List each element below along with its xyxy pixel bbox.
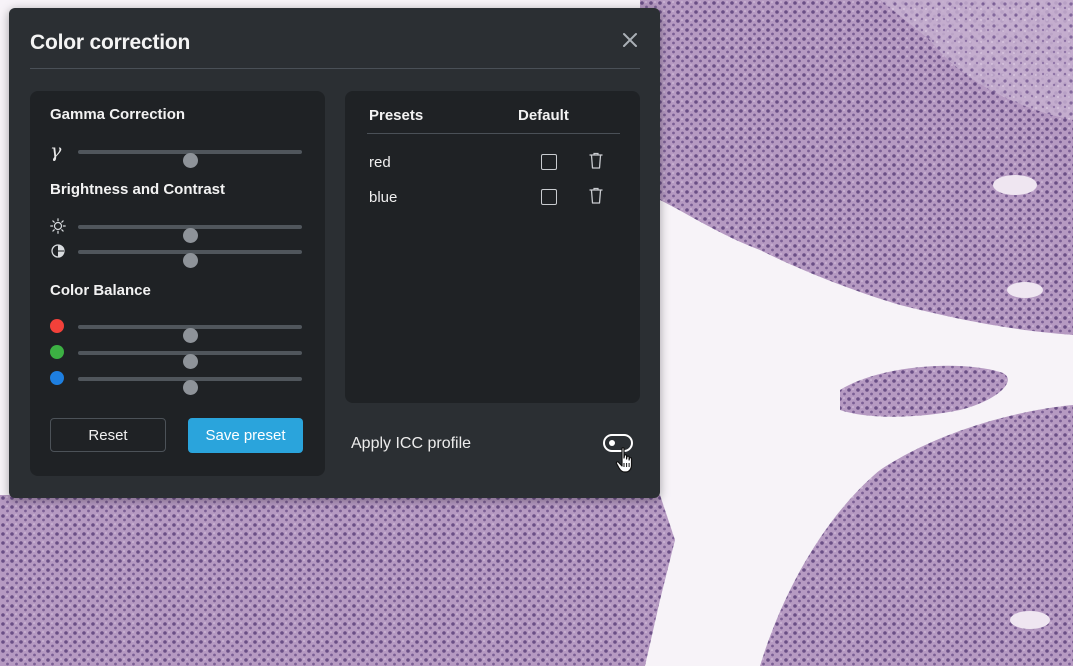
green-dot-icon [50, 345, 64, 359]
close-icon[interactable] [620, 30, 640, 50]
save-preset-button[interactable]: Save preset [188, 418, 303, 453]
contrast-slider-row [50, 241, 302, 268]
default-header: Default [518, 107, 569, 124]
contrast-icon [50, 241, 68, 261]
green-slider-track[interactable] [78, 351, 302, 369]
blue-dot-icon [50, 371, 64, 385]
trash-icon[interactable] [587, 151, 605, 171]
color-correction-dialog: Color correction Gamma Correction γ Brig… [9, 8, 660, 498]
title-divider [30, 68, 640, 69]
preset-name[interactable]: blue [369, 189, 397, 206]
contrast-slider-track[interactable] [78, 250, 302, 268]
presets-header: Presets [369, 107, 424, 124]
red-slider-track[interactable] [78, 325, 302, 343]
trash-icon[interactable] [587, 186, 605, 206]
green-slider-thumb[interactable] [183, 354, 198, 369]
sun-icon [50, 216, 68, 236]
blue-slider-track[interactable] [78, 377, 302, 395]
preset-name[interactable]: red [369, 154, 391, 171]
blue-balance-slider-row [50, 368, 302, 395]
gamma-section-title: Gamma Correction [50, 106, 186, 123]
adjustments-panel: Gamma Correction γ Brightness and Contra… [30, 91, 325, 476]
gamma-icon: γ [50, 140, 62, 162]
hand-cursor-icon [615, 447, 633, 473]
red-slider-thumb[interactable] [183, 328, 198, 343]
brightness-slider-track[interactable] [78, 225, 302, 243]
default-checkbox[interactable] [541, 154, 557, 170]
gamma-slider-thumb[interactable] [183, 153, 198, 168]
blue-slider-thumb[interactable] [183, 380, 198, 395]
preset-row[interactable]: blue [367, 186, 622, 210]
green-balance-slider-row [50, 342, 302, 369]
default-checkbox[interactable] [541, 189, 557, 205]
color-balance-section-title: Color Balance [50, 282, 151, 299]
presets-panel: Presets Default red blue [345, 91, 640, 403]
brightness-slider-row [50, 216, 302, 243]
preset-row[interactable]: red [367, 151, 622, 175]
presets-header-divider [367, 133, 620, 134]
dialog-title: Color correction [30, 31, 191, 54]
contrast-slider-thumb[interactable] [183, 253, 198, 268]
reset-button[interactable]: Reset [50, 418, 166, 452]
red-balance-slider-row [50, 316, 302, 343]
red-dot-icon [50, 319, 64, 333]
gamma-slider-row: γ [50, 140, 302, 168]
brightness-contrast-section-title: Brightness and Contrast [50, 181, 226, 198]
gamma-slider-track[interactable] [78, 150, 302, 168]
icc-profile-label: Apply ICC profile [351, 435, 472, 452]
